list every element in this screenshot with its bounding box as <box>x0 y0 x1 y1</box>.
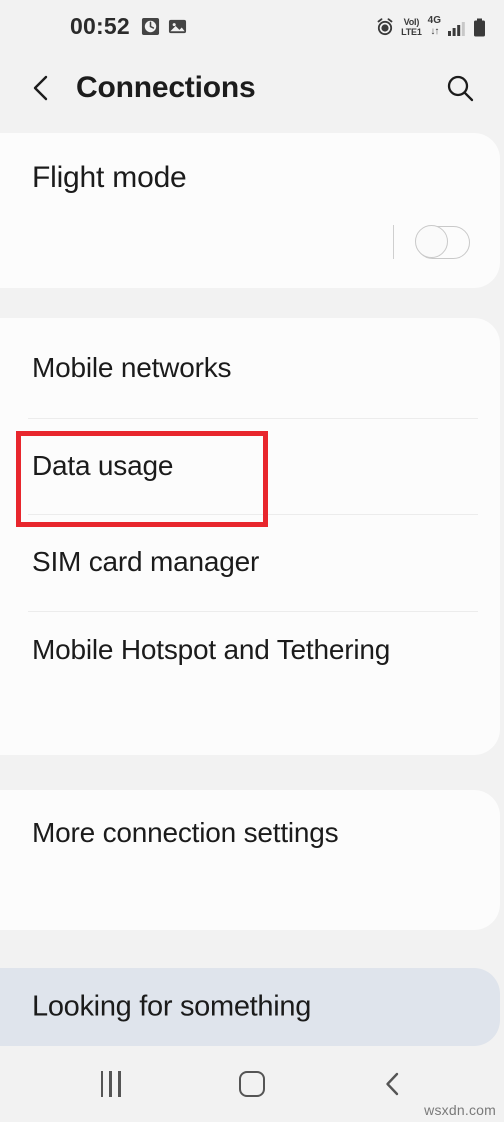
gallery-image-icon <box>168 19 186 33</box>
connections-list-card: Mobile networks Data usage SIM card mana… <box>0 318 500 755</box>
watermark: wsxdn.com <box>424 1102 496 1118</box>
alarm-icon <box>377 17 393 35</box>
status-bar-clock: 00:52 <box>70 12 130 39</box>
recents-button[interactable] <box>81 1059 141 1109</box>
flight-mode-label: Flight mode <box>32 161 187 194</box>
status-bar-left-icons <box>141 17 187 36</box>
page-title: Connections <box>76 71 256 104</box>
list-item-label: SIM card manager <box>32 546 260 578</box>
network-type-indicator: 4G ↓↑ <box>427 14 441 37</box>
home-button[interactable] <box>222 1059 282 1109</box>
list-item-mobile-networks[interactable]: Mobile networks <box>0 318 500 418</box>
toggle-knob <box>415 224 449 258</box>
looking-for-something-label: Looking for something <box>32 990 312 1023</box>
back-button[interactable] <box>363 1059 423 1109</box>
data-transfer-arrows-icon: ↓↑ <box>430 25 439 37</box>
more-connection-settings-card[interactable]: More connection settings <box>0 790 500 930</box>
status-bar: 00:52 VoI) LTE1 4G ↓↑ <box>0 0 504 52</box>
list-item-label: Mobile Hotspot and Tethering <box>32 634 391 665</box>
back-chevron-icon[interactable] <box>28 73 54 103</box>
alarm-clock-icon <box>141 17 159 35</box>
toggle-divider <box>393 225 394 259</box>
back-icon <box>386 1072 399 1096</box>
list-item-sim-card-manager[interactable]: SIM card manager <box>0 514 500 611</box>
list-item-label: Mobile networks <box>32 351 232 383</box>
more-connection-settings-label: More connection settings <box>32 817 339 848</box>
phone-screen: 00:52 VoI) LTE1 4G ↓↑ Connections Flight… <box>0 0 504 1122</box>
volte-indicator: VoI) LTE1 <box>401 16 422 37</box>
search-icon[interactable] <box>444 72 476 104</box>
looking-for-something-card[interactable]: Looking for something <box>0 968 500 1046</box>
flight-mode-toggle[interactable] <box>415 224 470 259</box>
list-item-mobile-hotspot-and-tethering[interactable]: Mobile Hotspot and Tethering <box>0 611 500 755</box>
flight-mode-card[interactable]: Flight mode <box>0 133 500 288</box>
battery-icon <box>474 18 485 36</box>
recents-icon <box>100 1071 121 1097</box>
home-icon <box>238 1071 265 1097</box>
flight-mode-toggle-area <box>393 224 470 259</box>
app-header: Connections <box>0 52 504 124</box>
signal-bars-icon <box>448 21 465 36</box>
list-item-label: Data usage <box>32 449 174 481</box>
status-bar-right-icons: VoI) LTE1 4G ↓↑ <box>375 14 486 37</box>
list-item-data-usage[interactable]: Data usage <box>0 418 500 514</box>
